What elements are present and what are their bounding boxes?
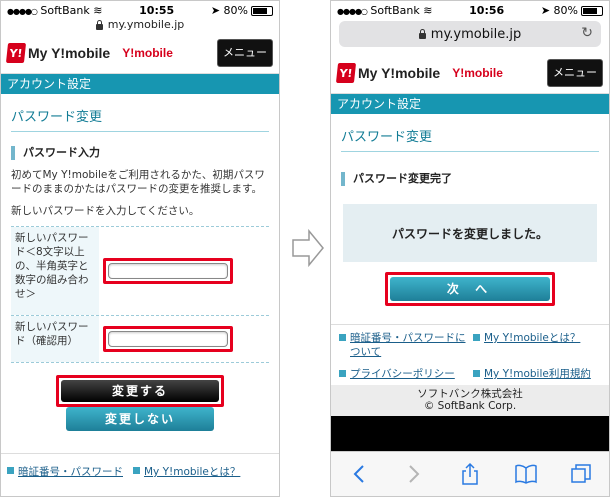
clock: 10:56 xyxy=(469,3,505,17)
password-form: 新しいパスワード＜8文字以上の、半角英字と数字の組み合わせ＞ 新しいパスワード（… xyxy=(11,226,269,363)
subheading: パスワード変更完了 xyxy=(341,172,599,186)
new-password-highlight xyxy=(103,258,233,284)
next-button[interactable]: 次 へ xyxy=(390,277,550,301)
carrier-label: SoftBank xyxy=(40,3,90,17)
new-password-input[interactable] xyxy=(108,263,228,279)
reload-icon[interactable]: ↻ xyxy=(581,25,593,41)
battery: ➤ 80% xyxy=(211,4,273,17)
footer-links: 暗証番号・パスワードについて My Y!mobileとは？ プライバシーポリシー… xyxy=(331,324,609,385)
confirm-password-label: 新しいパスワード（確認用） xyxy=(11,316,99,362)
bullet-icon xyxy=(339,334,346,341)
carrier-label: SoftBank xyxy=(370,3,420,17)
company-name: ソフトバンク株式会社 xyxy=(417,388,523,400)
copyright: © SoftBank Corp. xyxy=(423,400,517,412)
location-icon: ➤ xyxy=(540,3,551,17)
ymobile-logo-icon: Y! xyxy=(5,43,27,63)
bullet-icon xyxy=(473,370,480,377)
link-text: My Y!mobileとは？ xyxy=(484,332,581,344)
page-footer: ソフトバンク株式会社 © SoftBank Corp. xyxy=(331,385,609,416)
link-terms[interactable]: My Y!mobile利用規約 xyxy=(473,367,601,381)
instruction-text: 新しいパスワードを入力してください。 xyxy=(11,205,200,217)
confirm-password-input[interactable] xyxy=(108,331,228,347)
carrier: ●●●●○ SoftBank ≋ xyxy=(7,4,102,17)
back-icon[interactable] xyxy=(344,459,374,489)
subheading: パスワード入力 xyxy=(11,146,269,160)
link-text: My Y!mobile利用規約 xyxy=(484,368,591,380)
form-row-confirm-password: 新しいパスワード（確認用） xyxy=(11,316,269,362)
form-row-new-password: 新しいパスワード＜8文字以上の、半角英字と数字の組み合わせ＞ xyxy=(11,227,269,316)
phone-screen-after: ●●●●○ SoftBank ≋ 10:56 ➤ 80% my.ymobile.… xyxy=(330,0,610,497)
link-text: プライバシーポリシー xyxy=(350,368,455,380)
share-icon[interactable] xyxy=(455,459,485,489)
link-text: My Y!mobileとは？ xyxy=(144,466,241,478)
location-icon: ➤ xyxy=(210,3,221,17)
brand-name[interactable]: My Y!mobile xyxy=(358,65,440,81)
bullet-icon xyxy=(133,467,140,474)
bookmarks-icon[interactable] xyxy=(511,459,541,489)
intro-text: 初めてMy Y!mobileをご利用されるかた、初期パスワードのままのかたはパス… xyxy=(11,169,265,195)
menu-button[interactable]: メニュー xyxy=(547,59,603,87)
section-bar: アカウント設定 xyxy=(1,74,279,94)
change-button[interactable]: 変更する xyxy=(61,380,219,402)
lock-icon xyxy=(418,29,426,39)
phone-screen-before: ●●●●○ SoftBank ≋ 10:55 ➤ 80% my.ymobile.… xyxy=(0,0,280,497)
cancel-button[interactable]: 変更しない xyxy=(66,407,214,431)
ymobile-wordmark: Y!mobile xyxy=(122,46,173,60)
battery: ➤ 80% xyxy=(541,4,603,17)
tabs-icon[interactable] xyxy=(566,459,596,489)
menu-button[interactable]: メニュー xyxy=(217,39,273,67)
link-text: 暗証番号・パスワード xyxy=(18,466,123,478)
signal-icon: ●●●●○ xyxy=(337,6,368,16)
bullet-icon xyxy=(473,334,480,341)
wifi-icon: ≋ xyxy=(93,3,103,17)
carrier: ●●●●○ SoftBank ≋ xyxy=(337,4,432,17)
confirm-password-highlight xyxy=(103,326,233,352)
status-bar: ●●●●○ SoftBank ≋ 10:55 ➤ 80% xyxy=(1,1,279,19)
battery-label: 80% xyxy=(223,3,248,17)
bullet-icon xyxy=(7,467,14,474)
address-bar[interactable]: my.ymobile.jp xyxy=(1,19,279,33)
wifi-icon: ≋ xyxy=(423,3,433,17)
link-pin-password[interactable]: 暗証番号・パスワードについて xyxy=(339,331,473,359)
link-about[interactable]: My Y!mobileとは？ xyxy=(133,464,240,479)
battery-label: 80% xyxy=(553,3,578,17)
site-header: Y! My Y!mobile Y!mobile メニュー xyxy=(1,33,279,74)
url-text: my.ymobile.jp xyxy=(430,26,522,42)
forward-icon[interactable] xyxy=(399,459,429,489)
battery-icon xyxy=(251,5,273,16)
change-button-highlight: 変更する xyxy=(56,375,224,407)
link-privacy[interactable]: プライバシーポリシー xyxy=(339,367,473,381)
ymobile-wordmark: Y!mobile xyxy=(452,66,503,80)
site-header: Y! My Y!mobile Y!mobile メニュー xyxy=(331,53,609,94)
browser-toolbar xyxy=(331,451,609,496)
clock: 10:55 xyxy=(139,3,175,17)
url-text: my.ymobile.jp xyxy=(107,18,185,31)
link-pin-password[interactable]: 暗証番号・パスワード xyxy=(7,464,123,479)
footer-links: 暗証番号・パスワード My Y!mobileとは？ xyxy=(1,453,279,479)
page-title: パスワード変更 xyxy=(11,106,269,132)
signal-icon: ●●●●○ xyxy=(7,6,38,16)
address-bar[interactable]: my.ymobile.jp ↻ xyxy=(339,21,601,47)
lock-icon xyxy=(95,20,103,30)
link-about[interactable]: My Y!mobileとは？ xyxy=(473,331,601,359)
arrow-right-icon xyxy=(292,228,324,268)
bullet-icon xyxy=(339,370,346,377)
section-bar: アカウント設定 xyxy=(331,94,609,114)
new-password-label: 新しいパスワード＜8文字以上の、半角英字と数字の組み合わせ＞ xyxy=(11,227,99,315)
status-bar: ●●●●○ SoftBank ≋ 10:56 ➤ 80% xyxy=(331,1,609,19)
link-text: 暗証番号・パスワードについて xyxy=(350,332,466,358)
next-button-highlight: 次 へ xyxy=(385,272,555,306)
success-message: パスワードを変更しました。 xyxy=(343,204,597,262)
battery-icon xyxy=(581,5,603,16)
ymobile-logo-icon: Y! xyxy=(335,63,357,83)
page-title: パスワード変更 xyxy=(341,126,599,152)
brand-name[interactable]: My Y!mobile xyxy=(28,45,110,61)
